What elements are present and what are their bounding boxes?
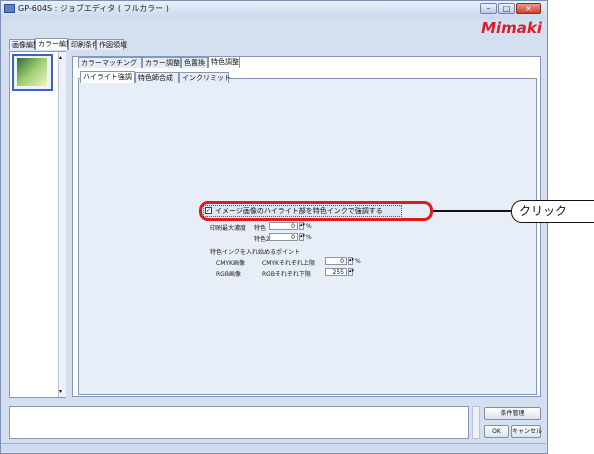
cmyk-upper-label: CMYKそれぞれ上限 [262, 260, 315, 267]
max-density-label: 印刷最大濃度 [210, 225, 247, 232]
ok-button[interactable]: OK [484, 425, 509, 438]
scroll-up-arrow-icon[interactable]: ▴ [59, 54, 62, 61]
tab-spot-composite[interactable]: 特色師合成 [135, 72, 179, 83]
click-callout: クリック [511, 200, 594, 223]
message-box [9, 406, 469, 439]
condition-manage-button[interactable]: 条件管理 [484, 407, 541, 420]
message-scrollbar[interactable] [472, 406, 480, 439]
cmyk-upper-stepper[interactable]: ▴▾ [348, 257, 354, 265]
tab-drawing-area[interactable]: 作図領域 [96, 39, 127, 50]
spot1-stepper[interactable]: ▴▾ [299, 222, 305, 230]
spot1-input[interactable]: 0 [269, 222, 298, 230]
scroll-down-arrow-icon[interactable]: ▾ [59, 388, 62, 395]
spot1-percent: % [306, 223, 312, 230]
cancel-button[interactable]: キャンセル [511, 425, 542, 438]
maximize-button[interactable]: □ [498, 3, 515, 14]
mimaki-logo: Mimaki [481, 19, 542, 37]
tab-print-conditions[interactable]: 印刷条件 [68, 39, 99, 50]
rgb-lower-stepper[interactable]: ▴▾ [348, 268, 354, 276]
red-highlight-circle [199, 201, 433, 221]
cmyk-percent: % [355, 258, 361, 265]
app-icon [4, 4, 15, 13]
callout-line [433, 210, 513, 212]
tab-ink-limit[interactable]: インクリミット [179, 72, 231, 83]
tab-highlight-emphasis[interactable]: ハイライト強調 [80, 71, 135, 83]
spot2-stepper[interactable]: ▴▾ [299, 233, 305, 241]
thumbnail-scrollbar[interactable] [58, 52, 66, 397]
thumbnail-picture [17, 58, 47, 86]
tab-spot-color-adjust[interactable]: 特色調整 [208, 56, 240, 68]
status-bar [1, 443, 546, 452]
cmyk-image-label: CMYK画像 [216, 260, 245, 267]
rgb-lower-label: RGBそれぞれ下限 [262, 271, 311, 278]
tab-color-edit[interactable]: カラー編集 [35, 38, 73, 50]
spot2-label: 特色2 [254, 236, 270, 243]
tab-color-replace[interactable]: 色置換 [181, 57, 208, 68]
start-point-label: 特色インクを入れ始めるポイント [210, 249, 301, 256]
minimize-button[interactable]: – [480, 3, 497, 14]
cmyk-upper-input[interactable]: 0 [325, 257, 347, 265]
spot2-input[interactable]: 0 [269, 233, 298, 241]
tab-image-edit[interactable]: 画像編集 [9, 39, 40, 50]
close-button[interactable]: × [516, 3, 541, 14]
tab-color-matching[interactable]: カラーマッチング [78, 57, 142, 68]
spot1-label: 特色 [254, 225, 267, 232]
window-title: GP-604S : ジョブエディタ ( フルカラー ) [18, 4, 169, 13]
rgb-image-label: RGB画像 [216, 271, 241, 278]
rgb-lower-input[interactable]: 255 [325, 268, 347, 276]
tab-color-adjust[interactable]: カラー調整 [142, 57, 181, 68]
spot2-percent: % [306, 234, 312, 241]
